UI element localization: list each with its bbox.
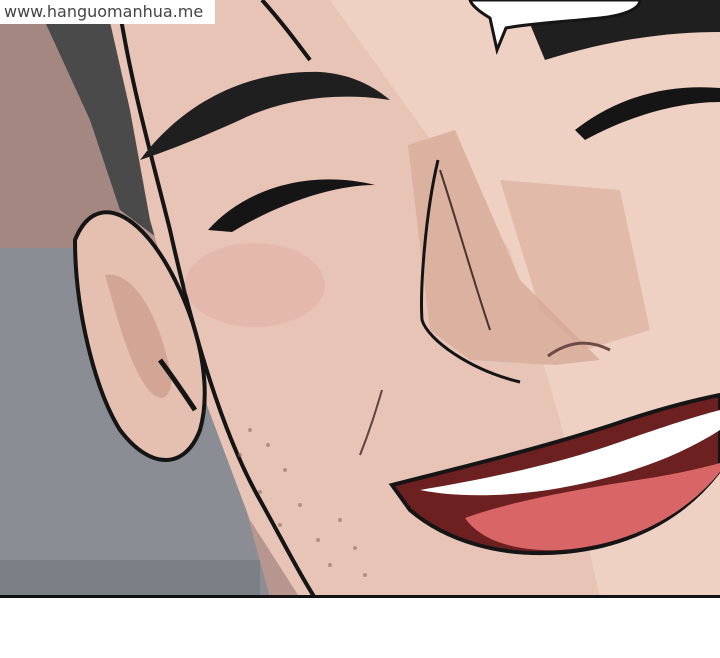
watermark: www.hanguomanhua.me [0, 0, 216, 24]
cheek-blush [185, 243, 325, 327]
comic-page: www.hanguomanhua.me [0, 0, 720, 658]
page-bottom-space [0, 598, 720, 658]
background-carpet-shadow [0, 560, 260, 595]
comic-panel: www.hanguomanhua.me [0, 0, 720, 598]
smiling-man-closeup-illustration [0, 0, 720, 595]
